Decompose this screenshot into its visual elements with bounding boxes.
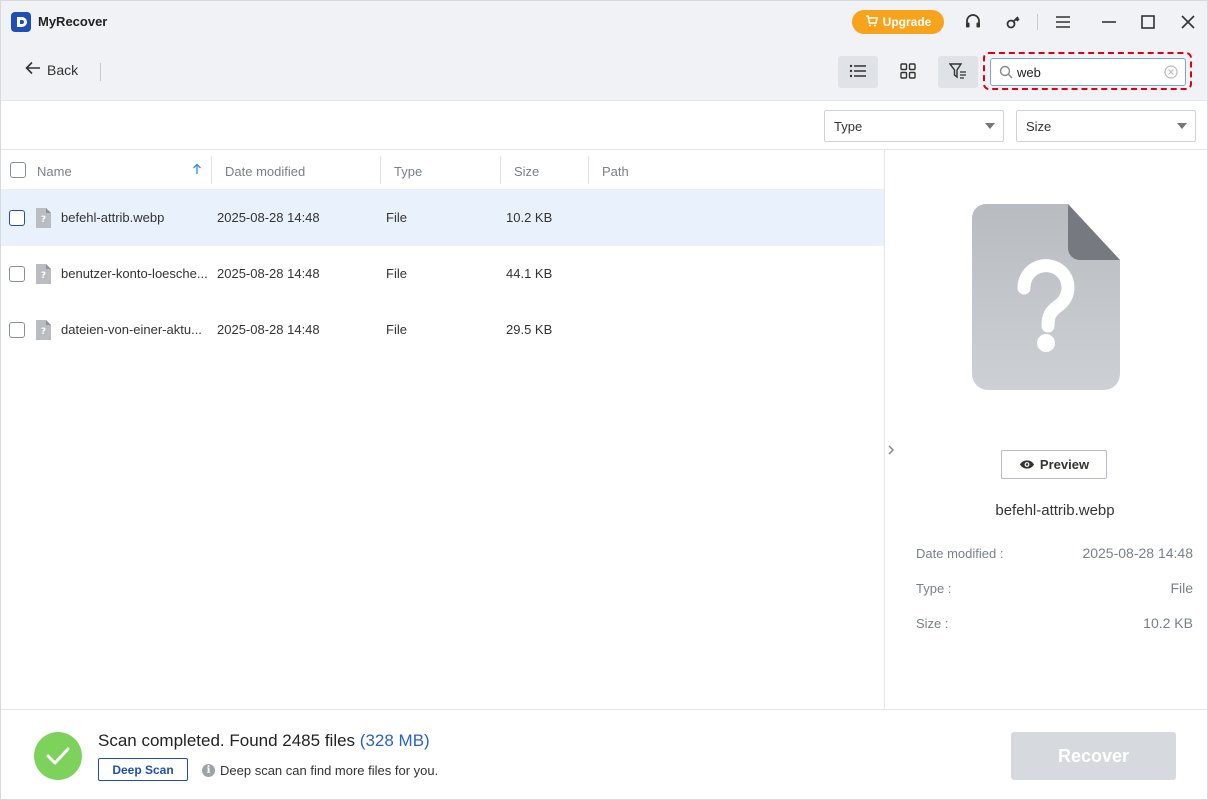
svg-text:?: ? bbox=[41, 327, 46, 337]
footer: Scan completed. Found 2485 files (328 MB… bbox=[1, 709, 1207, 799]
unknown-file-icon: ? bbox=[35, 319, 52, 341]
filter-bar: Type Size bbox=[1, 102, 1207, 150]
list-header: Name Date modified Type Size Path bbox=[1, 150, 884, 190]
deep-scan-button[interactable]: Deep Scan bbox=[98, 758, 188, 781]
date-modified-label: Date modified : bbox=[916, 546, 1004, 561]
column-divider[interactable] bbox=[211, 156, 212, 184]
file-name: dateien-von-einer-aktu... bbox=[61, 322, 202, 337]
recover-button[interactable]: Recover bbox=[1011, 732, 1176, 780]
close-icon[interactable] bbox=[1177, 11, 1199, 33]
large-unknown-file-icon bbox=[972, 204, 1120, 390]
filter-icon bbox=[948, 62, 967, 82]
clear-search-icon[interactable] bbox=[1164, 65, 1178, 79]
search-icon bbox=[999, 65, 1013, 79]
maximize-icon[interactable] bbox=[1137, 11, 1159, 33]
table-row[interactable]: ? benutzer-konto-loesche... 2025-08-28 1… bbox=[1, 246, 884, 302]
file-type: File bbox=[386, 266, 407, 281]
toolbar: Back bbox=[1, 43, 1207, 101]
size-label: Size : bbox=[916, 616, 949, 631]
chevron-down-icon bbox=[1177, 123, 1187, 129]
search-field[interactable] bbox=[990, 58, 1186, 86]
row-checkbox[interactable] bbox=[9, 266, 25, 282]
preview-file-name: befehl-attrib.webp bbox=[995, 502, 1115, 519]
cart-icon bbox=[865, 14, 878, 30]
type-value: File bbox=[1170, 580, 1193, 596]
app-window: MyRecover Upgrade Back web Type Size Nam… bbox=[0, 0, 1208, 800]
chevron-down-icon bbox=[985, 123, 995, 129]
scan-total-size: (328 MB) bbox=[359, 731, 430, 750]
list-view-icon bbox=[849, 64, 867, 81]
preview-button[interactable]: Preview bbox=[1001, 450, 1107, 479]
type-filter-label: Type bbox=[834, 118, 863, 134]
svg-text:?: ? bbox=[41, 215, 46, 225]
toolbar-divider bbox=[100, 63, 101, 81]
table-row[interactable]: ? befehl-attrib.webp 2025-08-28 14:48 Fi… bbox=[1, 190, 884, 246]
back-label: Back bbox=[47, 61, 79, 78]
filter-button[interactable] bbox=[938, 56, 978, 88]
size-value: 10.2 KB bbox=[1143, 615, 1193, 631]
file-list: Name Date modified Type Size Path ? befe… bbox=[1, 150, 884, 709]
headset-icon[interactable] bbox=[962, 11, 984, 33]
chevron-right-icon[interactable] bbox=[885, 440, 897, 460]
preview-label: Preview bbox=[1039, 457, 1090, 472]
app-logo-icon bbox=[11, 12, 31, 32]
type-label: Type : bbox=[916, 581, 952, 596]
eye-icon bbox=[1019, 459, 1035, 470]
column-divider[interactable] bbox=[500, 156, 501, 184]
app-title: MyRecover bbox=[38, 14, 108, 29]
key-icon[interactable] bbox=[1002, 11, 1024, 33]
list-view-button[interactable] bbox=[838, 56, 878, 88]
file-type: File bbox=[386, 210, 407, 225]
row-checkbox[interactable] bbox=[9, 210, 25, 226]
column-header-date[interactable]: Date modified bbox=[225, 164, 305, 179]
sort-ascending-icon[interactable] bbox=[192, 163, 202, 178]
back-button[interactable]: Back bbox=[25, 61, 78, 78]
scan-status-text: Scan completed. Found 2485 files bbox=[98, 731, 356, 750]
arrow-left-icon bbox=[25, 61, 41, 78]
file-size: 44.1 KB bbox=[506, 266, 553, 281]
preview-pane: Preview befehl-attrib.webp Date modified… bbox=[884, 150, 1207, 709]
file-date: 2025-08-28 14:48 bbox=[217, 266, 320, 281]
column-header-path[interactable]: Path bbox=[602, 164, 629, 179]
column-divider[interactable] bbox=[380, 156, 381, 184]
deep-scan-hint: i Deep scan can find more files for you. bbox=[202, 763, 438, 778]
svg-text:?: ? bbox=[41, 271, 46, 281]
date-modified-value: 2025-08-28 14:48 bbox=[1082, 545, 1193, 561]
file-name: befehl-attrib.webp bbox=[61, 210, 165, 225]
menu-icon[interactable] bbox=[1052, 11, 1074, 33]
select-all-checkbox[interactable] bbox=[10, 162, 26, 178]
row-checkbox[interactable] bbox=[9, 322, 25, 338]
unknown-file-icon: ? bbox=[35, 207, 52, 229]
column-divider[interactable] bbox=[588, 156, 589, 184]
file-name: benutzer-konto-loesche... bbox=[61, 266, 208, 281]
titlebar-divider bbox=[1037, 14, 1038, 30]
file-size: 10.2 KB bbox=[506, 210, 553, 225]
unknown-file-icon: ? bbox=[35, 263, 52, 285]
column-header-type[interactable]: Type bbox=[394, 164, 422, 179]
file-date: 2025-08-28 14:48 bbox=[217, 210, 320, 225]
column-header-name[interactable]: Name bbox=[37, 164, 72, 179]
grid-view-icon bbox=[900, 62, 916, 82]
column-header-size[interactable]: Size bbox=[514, 164, 539, 179]
size-filter-dropdown[interactable]: Size bbox=[1016, 110, 1196, 142]
minimize-icon[interactable] bbox=[1098, 11, 1120, 33]
scan-status: Scan completed. Found 2485 files (328 MB… bbox=[98, 731, 430, 751]
checkmark-icon bbox=[34, 732, 82, 780]
deep-scan-hint-text: Deep scan can find more files for you. bbox=[220, 763, 439, 778]
title-bar: MyRecover Upgrade bbox=[1, 1, 1207, 43]
grid-view-button[interactable] bbox=[888, 56, 928, 88]
search-input[interactable] bbox=[1017, 60, 1157, 84]
file-date: 2025-08-28 14:48 bbox=[217, 322, 320, 337]
info-icon: i bbox=[202, 764, 215, 777]
upgrade-button[interactable]: Upgrade bbox=[852, 10, 944, 34]
type-filter-dropdown[interactable]: Type bbox=[824, 110, 1004, 142]
upgrade-label: Upgrade bbox=[882, 15, 932, 29]
table-row[interactable]: ? dateien-von-einer-aktu... 2025-08-28 1… bbox=[1, 302, 884, 358]
file-size: 29.5 KB bbox=[506, 322, 553, 337]
size-filter-label: Size bbox=[1026, 118, 1052, 134]
file-type: File bbox=[386, 322, 407, 337]
